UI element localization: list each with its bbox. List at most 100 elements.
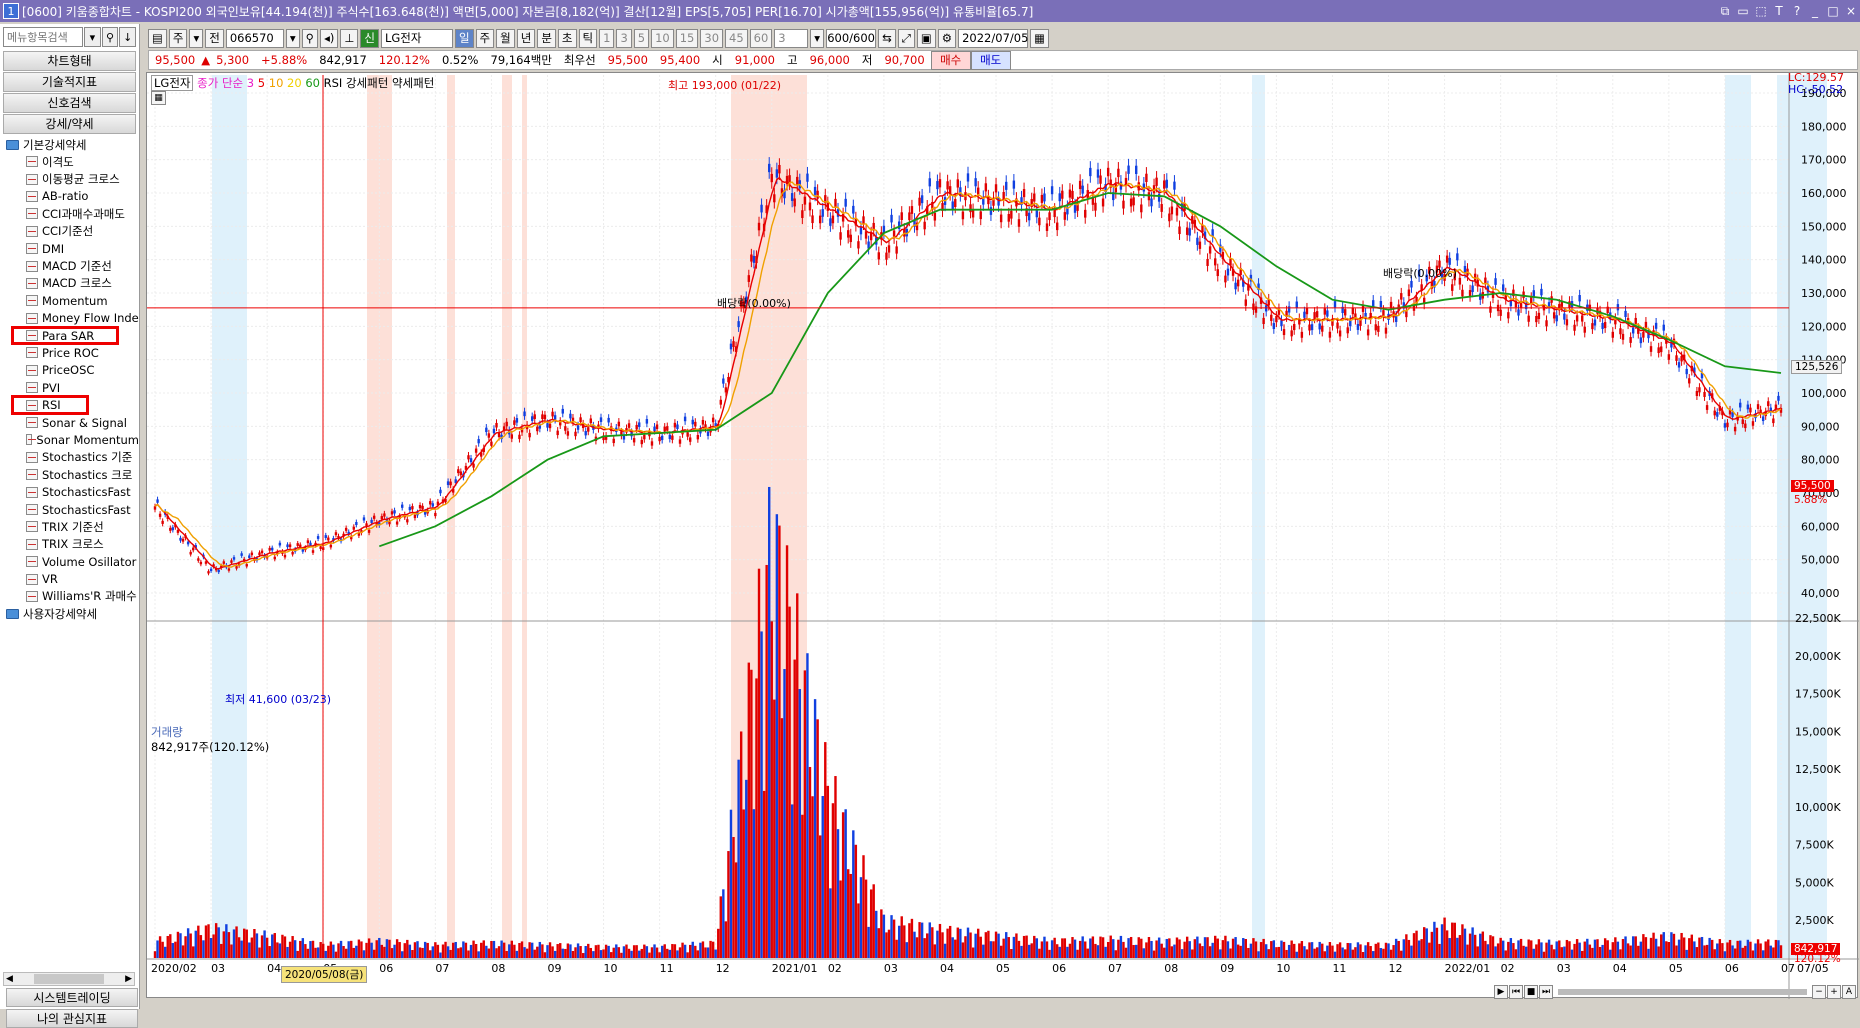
minute-60[interactable]: 60	[749, 28, 773, 48]
indicator-item[interactable]: MACD 기준선	[0, 257, 139, 274]
stock-type-select[interactable]: 주	[168, 28, 188, 48]
indicator-item[interactable]: Money Flow Inde	[0, 310, 139, 327]
period-year[interactable]: 년	[516, 28, 536, 48]
tree-folder-basic[interactable]: 기본강세약세	[0, 136, 139, 153]
indicator-item[interactable]: Stochastics 크로	[0, 466, 139, 483]
period-week[interactable]: 주	[475, 28, 495, 48]
indicator-item[interactable]: Sonar Momentum	[0, 431, 139, 448]
forward-icon[interactable]: ⏭	[1539, 985, 1553, 999]
indicator-item[interactable]: VR	[0, 570, 139, 587]
scroll-thumb[interactable]	[34, 974, 104, 984]
font-icon[interactable]: T	[1770, 4, 1788, 18]
indicator-item[interactable]: PriceOSC	[0, 362, 139, 379]
indicator-item[interactable]: 이격도	[0, 153, 139, 170]
search-icon[interactable]: ⚲	[101, 27, 119, 47]
period-second[interactable]: 초	[557, 28, 577, 48]
sidebar-hscrollbar[interactable]: ◀ ▶	[3, 972, 135, 986]
sell-button[interactable]: 매도	[970, 50, 1011, 70]
bar-count[interactable]: 600/600	[826, 28, 877, 48]
indicator-item[interactable]: 이동평균 크로스	[0, 170, 139, 187]
indicator-item[interactable]: PVI	[0, 379, 139, 396]
tab-technical[interactable]: 기술적지표	[3, 72, 136, 92]
indicator-item[interactable]: Stochastics 기준	[0, 449, 139, 466]
period-month[interactable]: 월	[496, 28, 515, 48]
chevron-down-icon[interactable]: ▾	[810, 28, 825, 48]
buy-button[interactable]: 매수	[930, 50, 971, 70]
indicator-item[interactable]: Price ROC	[0, 344, 139, 361]
chart-canvas[interactable]: 190,000180,000170,000160,000150,000140,0…	[147, 73, 1859, 999]
volume-bar	[1160, 943, 1163, 958]
chevron-down-icon[interactable]: ▾	[189, 28, 204, 48]
minute-5[interactable]: 5	[633, 28, 650, 48]
zoom-icon[interactable]: ⇆	[878, 28, 896, 48]
prev-toggle[interactable]: 전	[205, 28, 224, 48]
chevron-down-icon[interactable]: ▾	[285, 28, 300, 48]
minute-45[interactable]: 45	[725, 28, 748, 48]
tab-system-trading[interactable]: 시스템트레이딩	[6, 988, 138, 1007]
custom-period-input[interactable]: 3	[774, 28, 809, 48]
tile-icon[interactable]: ▭	[1734, 4, 1752, 18]
period-tick[interactable]: 틱	[578, 28, 598, 48]
tab-my-indicators[interactable]: 나의 관심지표	[6, 1009, 138, 1028]
chart-scrollbar[interactable]	[1558, 989, 1807, 995]
stock-code-input[interactable]: 066570	[225, 28, 284, 48]
period-minute[interactable]: 분	[537, 28, 556, 48]
rewind-icon[interactable]: ⏮	[1509, 985, 1523, 999]
speaker-icon[interactable]: ◂)	[320, 28, 339, 48]
scroll-left-icon[interactable]: ▶	[1494, 985, 1508, 999]
grid-icon[interactable]: ▦	[151, 91, 166, 105]
indicator-item[interactable]: AB-ratio	[0, 188, 139, 205]
tab-chart-type[interactable]: 차트형태	[3, 51, 136, 71]
resize-icon[interactable]: ⬚	[1752, 4, 1770, 18]
dropdown-icon[interactable]: ▾	[84, 27, 101, 47]
minute-10[interactable]: 10	[651, 28, 674, 48]
minimize-icon[interactable]: _	[1806, 4, 1824, 18]
auto-icon[interactable]: A	[1842, 985, 1856, 999]
minute-1[interactable]: 1	[599, 28, 615, 48]
indicator-item[interactable]: Para SAR	[11, 325, 119, 346]
stock-chart[interactable]: 190,000 180,000 170,000 160,000 150,000 140,0…	[146, 71, 1859, 999]
right-arrow-icon[interactable]: ▶	[125, 974, 132, 984]
tab-strength[interactable]: 강세/약세	[3, 114, 136, 134]
indicator-item[interactable]: CCI기준선	[0, 223, 139, 240]
indicator-item[interactable]: TRIX 크로스	[0, 536, 139, 553]
zoom-out-icon[interactable]: −	[1812, 985, 1826, 999]
close-icon[interactable]: ×	[1842, 4, 1860, 18]
indicator-item[interactable]: Momentum	[0, 292, 139, 309]
indicator-item[interactable]: TRIX 기준선	[0, 518, 139, 535]
indicator-item[interactable]: CCI과매수과매도	[0, 205, 139, 222]
calendar-icon[interactable]: ▦	[1030, 28, 1049, 48]
save-icon[interactable]: ▣	[916, 28, 936, 48]
indicator-item[interactable]: Williams'R 과매수	[0, 588, 139, 605]
tab-signal[interactable]: 신호검색	[3, 93, 136, 113]
indicator-item[interactable]: Sonar & Signal	[0, 414, 139, 431]
tree-folder-user[interactable]: 사용자강세약세	[0, 605, 139, 622]
minute-15[interactable]: 15	[675, 28, 699, 48]
down-arrow-icon[interactable]: ↓	[119, 27, 137, 47]
restore-icon[interactable]: ⧉	[1716, 4, 1734, 19]
period-day[interactable]: 일	[454, 28, 474, 48]
help-icon[interactable]: ?	[1788, 4, 1806, 18]
candle	[1252, 303, 1255, 310]
pin-icon[interactable]: ⊥	[340, 28, 359, 48]
volume-bar	[324, 950, 327, 958]
search-icon[interactable]: ⚲	[301, 28, 319, 48]
indicator-item[interactable]: DMI	[0, 240, 139, 257]
minute-3[interactable]: 3	[616, 28, 632, 48]
volume-bar	[625, 944, 628, 958]
indicator-item[interactable]: StochasticsFast	[0, 501, 139, 518]
stop-icon[interactable]: ■	[1524, 985, 1538, 999]
gear-icon[interactable]: ⚙	[937, 28, 957, 48]
indicator-item[interactable]: MACD 크로스	[0, 275, 139, 292]
minute-30[interactable]: 30	[700, 28, 724, 48]
expand-icon[interactable]: ⤢	[897, 28, 915, 48]
indicator-item[interactable]: RSI	[11, 395, 89, 415]
left-arrow-icon[interactable]: ◀	[6, 974, 13, 984]
zoom-in-icon[interactable]: +	[1827, 985, 1841, 999]
indicator-item[interactable]: Volume Osillator	[0, 553, 139, 570]
maximize-icon[interactable]: □	[1824, 4, 1842, 18]
layout-icon[interactable]: ▤	[148, 28, 167, 48]
menu-search-input[interactable]	[3, 27, 83, 47]
indicator-item[interactable]: StochasticsFast	[0, 483, 139, 500]
date-input[interactable]: 2022/07/05	[958, 28, 1028, 48]
